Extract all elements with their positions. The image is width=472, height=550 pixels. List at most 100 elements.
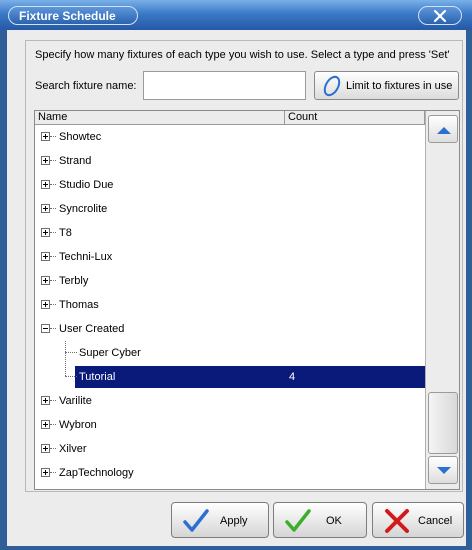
ok-button[interactable]: OK [273, 502, 367, 538]
tree-item-label: T8 [59, 227, 72, 239]
tree-group-item[interactable]: T8 [35, 221, 425, 245]
expand-icon[interactable] [41, 444, 50, 453]
red-x-icon [385, 509, 409, 533]
blue-checkmark-icon [183, 509, 209, 532]
expand-icon[interactable] [41, 468, 50, 477]
tree-connector [50, 304, 56, 306]
expand-icon[interactable] [41, 276, 50, 285]
tree-connector [65, 341, 67, 376]
ok-button-label: OK [326, 515, 342, 527]
plus-bar [45, 230, 46, 235]
fixture-tree-list[interactable]: Name Count Showtec Strand Studio Due Syncro… [34, 110, 460, 490]
tree-group-item[interactable]: Thomas [35, 293, 425, 317]
tree-item-count: 4 [289, 371, 296, 383]
minus-bar [43, 328, 48, 329]
expand-icon[interactable] [41, 132, 50, 141]
apply-button-label: Apply [220, 515, 248, 527]
tree-item-label: Xilver [59, 443, 87, 455]
cancel-button[interactable]: Cancel [372, 502, 464, 538]
tree-item-label: User Created [59, 323, 125, 335]
collapse-icon[interactable] [41, 324, 50, 333]
expand-icon[interactable] [41, 300, 50, 309]
tree-connector [50, 400, 56, 402]
scroll-up-button[interactable] [428, 115, 458, 143]
arrow-down-icon [437, 467, 451, 474]
limit-to-fixtures-in-use-button[interactable]: Limit to fixtures in use [314, 71, 459, 100]
plus-bar [45, 182, 46, 187]
tree-group-item[interactable]: Techni-Lux [35, 245, 425, 269]
expand-icon[interactable] [41, 156, 50, 165]
expand-icon[interactable] [41, 252, 50, 261]
expand-icon[interactable] [41, 228, 50, 237]
tree-group-item[interactable]: Studio Due [35, 173, 425, 197]
tree-connector [50, 136, 56, 138]
close-button[interactable] [418, 6, 462, 25]
expand-icon[interactable] [41, 180, 50, 189]
tree-item-label: Techni-Lux [59, 251, 113, 263]
fixture-schedule-window: Fixture Schedule Specify how many fixtur… [0, 0, 472, 550]
title-pill: Fixture Schedule [8, 6, 138, 25]
tree-group-item[interactable]: Wybron [35, 413, 425, 437]
tree-connector [50, 232, 56, 234]
tree-item-label: Thomas [59, 299, 99, 311]
tree-item-label: Showtec [59, 131, 102, 143]
tree-item-label: Strand [59, 155, 92, 167]
green-checkmark-icon [285, 509, 311, 532]
plus-bar [45, 422, 46, 427]
expand-icon[interactable] [41, 420, 50, 429]
column-header-name[interactable]: Name [35, 111, 285, 125]
plus-bar [45, 398, 46, 403]
tree-item-label: Wybron [59, 419, 97, 431]
plus-bar [45, 302, 46, 307]
tree-item-label: ZapTechnology [59, 467, 134, 479]
tree-group-item[interactable]: Showtec [35, 125, 425, 149]
column-header-count[interactable]: Count [285, 111, 425, 125]
tree-group-item[interactable]: Terbly [35, 269, 425, 293]
tree-connector [50, 328, 56, 330]
tree-group-item[interactable]: Xilver [35, 437, 425, 461]
instructions-text: Specify how many fixtures of each type y… [35, 49, 450, 61]
search-label: Search fixture name: [35, 80, 137, 92]
vertical-scrollbar[interactable] [425, 111, 459, 489]
tree-group-item[interactable]: Syncrolite [35, 197, 425, 221]
expand-icon[interactable] [41, 204, 50, 213]
arrow-up-icon [437, 127, 451, 134]
plus-bar [45, 470, 46, 475]
tree-connector [50, 256, 56, 258]
plus-bar [45, 158, 46, 163]
tree-child-item[interactable]: Super Cyber [35, 341, 425, 365]
tree-group-item[interactable]: Varilite [35, 389, 425, 413]
tree-connector [50, 160, 56, 162]
tree-connector [50, 280, 56, 282]
scroll-thumb[interactable] [428, 392, 458, 454]
plus-bar [45, 206, 46, 211]
selection-highlight [75, 366, 425, 388]
tree-connector [65, 376, 77, 378]
apply-button[interactable]: Apply [171, 502, 269, 538]
tree-connector [50, 208, 56, 210]
tree-connector [50, 424, 56, 426]
plus-bar [45, 446, 46, 451]
tree-group-item[interactable]: ZapTechnology [35, 461, 425, 485]
scroll-down-button[interactable] [428, 456, 458, 484]
tree-connector [50, 472, 56, 474]
plus-bar [45, 278, 46, 283]
loop-icon [323, 75, 341, 97]
plus-bar [45, 134, 46, 139]
tree-connector [50, 448, 56, 450]
tree-item-label: Tutorial [79, 371, 116, 383]
cancel-button-label: Cancel [418, 515, 453, 527]
tree-item-label: Studio Due [59, 179, 114, 191]
expand-icon[interactable] [41, 396, 50, 405]
plus-bar [45, 254, 46, 259]
tree-rows: Showtec Strand Studio Due Syncrolite T8 Techn… [35, 125, 425, 489]
tree-group-item[interactable]: Strand [35, 149, 425, 173]
title-bar[interactable]: Fixture Schedule [0, 0, 472, 30]
search-input[interactable] [143, 71, 306, 100]
tree-child-item[interactable]: Tutorial 4 [35, 365, 425, 389]
limit-button-label: Limit to fixtures in use [346, 80, 453, 92]
tree-item-label: Varilite [59, 395, 92, 407]
tree-item-label: Terbly [59, 275, 89, 287]
tree-group-item[interactable]: User Created [35, 317, 425, 341]
tree-connector [50, 184, 56, 186]
